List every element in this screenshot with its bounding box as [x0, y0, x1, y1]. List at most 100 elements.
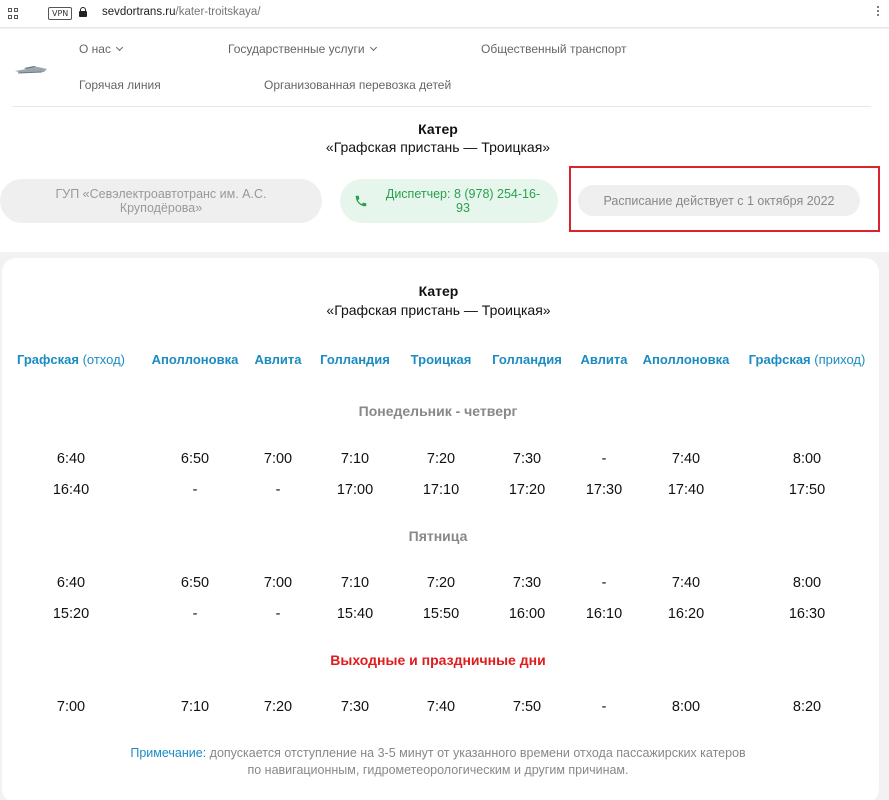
column-header: Графская (приход) — [749, 352, 866, 367]
nav-gov-services-label: Государственные услуги — [228, 42, 365, 56]
column-header-stop: Аполлоновка — [642, 352, 730, 367]
table-cell: 8:20 — [792, 699, 822, 715]
table-cell: 6:40 — [56, 575, 86, 591]
column-header: Аполлоновка — [152, 352, 239, 367]
column-header: Аполлоновка — [643, 352, 730, 367]
column-header-stop: Авлита — [580, 352, 628, 367]
table-cell: 7:40 — [671, 451, 701, 467]
column-header: Графская (отход) — [17, 352, 125, 367]
column-header-note: (приход) — [810, 352, 866, 367]
table-cell: 17:40 — [667, 482, 705, 498]
table-cell: - — [192, 606, 198, 622]
url-host: sevdortrans.ru — [102, 6, 176, 18]
table-cell: 7:30 — [512, 575, 542, 591]
more-vert-icon[interactable] — [877, 6, 879, 16]
table-cell: - — [601, 451, 607, 467]
nav-about[interactable]: О нас — [79, 42, 124, 56]
note-label: Примечание: — [130, 746, 207, 760]
table-cell: 7:20 — [426, 575, 456, 591]
table-cell: 17:20 — [508, 482, 546, 498]
column-header-stop: Троицкая — [410, 352, 472, 367]
schedule-note: Примечание: допускается отступление на 3… — [0, 745, 876, 779]
column-header: Голландия — [320, 352, 390, 367]
column-header-note: (отход) — [78, 352, 126, 367]
column-header-stop: Графская — [748, 352, 811, 367]
table-cell: 7:10 — [180, 699, 210, 715]
table-cell: 7:20 — [263, 699, 293, 715]
note-line-2: по навигационным, гидрометеорологическим… — [247, 763, 629, 777]
table-cell: - — [275, 606, 281, 622]
table-cell: 8:00 — [792, 575, 822, 591]
highlight-frame — [569, 166, 880, 232]
table-cell: 7:20 — [426, 451, 456, 467]
table-cell: 6:50 — [180, 575, 210, 591]
card-title-route: «Графская пристань — Троицкая» — [326, 302, 551, 318]
vpn-badge[interactable]: VPN — [48, 7, 73, 20]
table-cell: 8:00 — [671, 699, 701, 715]
page-title-route: «Графская пристань — Троицкая» — [325, 139, 551, 155]
table-cell: 7:30 — [512, 451, 542, 467]
table-cell: 17:10 — [422, 482, 460, 498]
table-cell: 16:00 — [508, 606, 546, 622]
dispatcher-phone-button[interactable]: Диспетчер: 8 (978) 254-16-93 — [340, 179, 558, 223]
card-title-main: Катер — [418, 283, 459, 299]
note-text-1: допускается отступление на 3-5 минут от … — [206, 746, 746, 760]
column-header-stop: Голландия — [492, 352, 562, 367]
table-cell: 7:40 — [671, 575, 701, 591]
page-title-main: Катер — [418, 121, 458, 137]
table-cell: 8:00 — [792, 451, 822, 467]
table-cell: 15:40 — [336, 606, 374, 622]
section-title: Пятница — [408, 528, 468, 544]
chevron-down-icon — [115, 43, 124, 52]
column-header: Голландия — [492, 352, 562, 367]
section-title: Выходные и праздничные дни — [330, 652, 546, 668]
apps-grid-icon[interactable] — [8, 8, 19, 19]
table-cell: 6:50 — [180, 451, 210, 467]
lock-icon[interactable] — [79, 7, 87, 17]
url-path: /kater-troitskaya/ — [175, 6, 261, 18]
url-field[interactable]: sevdortrans.ru/kater-troitskaya/ — [102, 6, 261, 18]
nav-about-label: О нас — [79, 42, 111, 56]
page-title: Катер «Графская пристань — Троицкая» — [0, 120, 876, 156]
column-header-stop: Голландия — [320, 352, 390, 367]
table-cell: - — [192, 482, 198, 498]
table-cell: - — [601, 699, 607, 715]
table-cell: 17:00 — [336, 482, 374, 498]
column-header: Авлита — [254, 352, 301, 367]
table-cell: 16:10 — [585, 606, 623, 622]
table-cell: 7:00 — [263, 451, 293, 467]
browser-address-bar: VPN sevdortrans.ru/kater-troitskaya/ — [0, 0, 889, 28]
section-title: Понедельник - четверг — [358, 403, 518, 419]
table-cell: - — [275, 482, 281, 498]
table-cell: 7:40 — [426, 699, 456, 715]
table-cell: 16:30 — [788, 606, 826, 622]
nav-public-transport[interactable]: Общественный транспорт — [481, 42, 627, 56]
table-cell: 7:50 — [512, 699, 542, 715]
organization-badge: ГУП «Севэлектроавтотранс им. А.С. Крупод… — [0, 179, 322, 223]
table-cell: - — [601, 575, 607, 591]
table-cell: 7:30 — [340, 699, 370, 715]
table-cell: 15:20 — [52, 606, 90, 622]
table-cell: 7:00 — [263, 575, 293, 591]
chevron-down-icon — [369, 43, 377, 52]
table-cell: 6:40 — [56, 451, 86, 467]
nav-hotline[interactable]: Горячая линия — [79, 78, 161, 92]
note-line-1: Примечание: допускается отступление на 3… — [0, 745, 876, 762]
column-header-stop: Аполлоновка — [151, 352, 239, 367]
phone-icon — [355, 195, 367, 207]
table-cell: 7:00 — [56, 699, 86, 715]
table-cell: 7:10 — [340, 575, 370, 591]
table-cell: 7:10 — [340, 451, 370, 467]
dispatcher-phone-label: Диспетчер: 8 (978) 254-16-93 — [385, 187, 541, 215]
table-cell: 16:20 — [667, 606, 705, 622]
column-header-stop: Графская — [16, 352, 79, 367]
table-cell: 16:40 — [52, 482, 90, 498]
boat-logo-icon[interactable] — [14, 62, 48, 76]
site-header: О нас Государственные услуги Общественны… — [0, 29, 889, 107]
nav-gov-services[interactable]: Государственные услуги — [228, 42, 377, 56]
column-header: Троицкая — [411, 352, 472, 367]
table-cell: 17:50 — [788, 482, 826, 498]
nav-children-transport[interactable]: Организованная перевозка детей — [264, 78, 451, 92]
table-cell: 15:50 — [422, 606, 460, 622]
column-header-stop: Авлита — [254, 352, 302, 367]
